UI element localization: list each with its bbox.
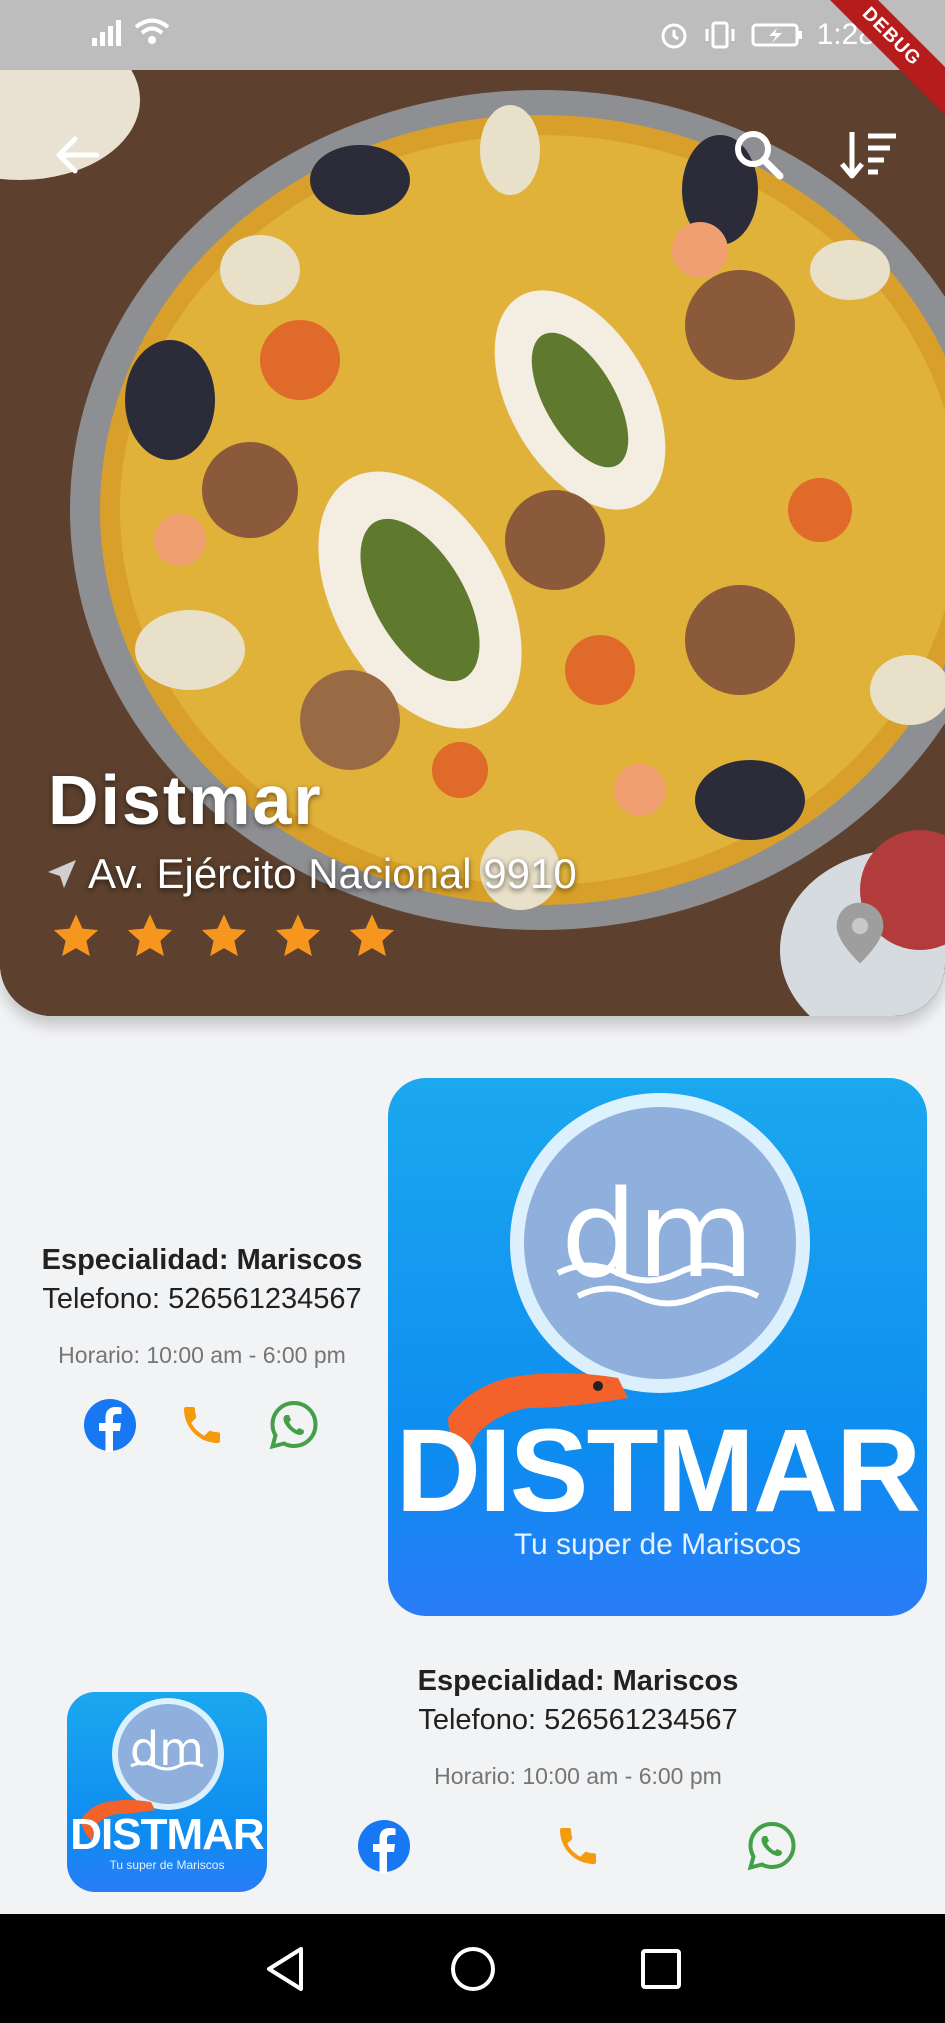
back-button[interactable] — [42, 120, 112, 190]
whatsapp-icon — [747, 1821, 796, 1871]
logo-title: DISTMAR — [70, 1810, 264, 1859]
restaurant-logo[interactable]: dm DISTMAR Tu super de Mariscos — [388, 1078, 927, 1616]
facebook-button[interactable] — [82, 1397, 138, 1453]
vibrate-icon — [705, 21, 735, 49]
hero-header: Distmar Av. Ejército Nacional 9910 — [0, 70, 945, 1016]
whatsapp-button[interactable] — [266, 1397, 322, 1453]
contact-actions — [356, 1818, 800, 1874]
phone-button[interactable] — [550, 1818, 606, 1874]
phone-text: Telefono: 526561234567 — [42, 1283, 362, 1315]
whatsapp-button[interactable] — [744, 1818, 800, 1874]
logo-title: DISTMAR — [395, 1405, 922, 1537]
status-bar: 1:28 — [0, 0, 945, 70]
hours-text: Horario: 10:00 am - 6:00 pm — [58, 1342, 346, 1368]
signal-icon — [92, 20, 121, 46]
restaurant-address: Av. Ejército Nacional 9910 — [44, 850, 577, 898]
nav-home-button[interactable] — [443, 1939, 503, 1999]
logo-subtitle: Tu super de Mariscos — [109, 1858, 225, 1872]
phone-icon — [184, 1407, 220, 1443]
triangle-back-icon — [266, 1946, 303, 1991]
rating-stars — [50, 910, 398, 962]
sort-button[interactable] — [834, 120, 904, 190]
specialty-text: Especialidad: Mariscos — [417, 1665, 739, 1697]
specialty-text: Especialidad: Mariscos — [41, 1244, 363, 1276]
location-pin-icon — [836, 902, 884, 964]
battery-icon — [751, 23, 802, 47]
logo-monogram: dm — [560, 1166, 755, 1305]
status-icons: 1:28 — [659, 14, 875, 56]
address-text: Av. Ejército Nacional 9910 — [88, 850, 577, 897]
star-icon — [275, 914, 321, 957]
facebook-button[interactable] — [356, 1818, 412, 1874]
square-recents-icon — [640, 1948, 681, 1989]
star-icon — [201, 914, 247, 957]
alarm-icon — [661, 23, 687, 49]
hours-text: Horario: 10:00 am - 6:00 pm — [434, 1763, 722, 1789]
star-icon — [53, 914, 99, 957]
facebook-icon — [358, 1820, 410, 1873]
search-icon — [735, 131, 784, 180]
nav-back-button[interactable] — [255, 1939, 315, 1999]
system-navigation-bar — [0, 1914, 945, 2023]
info-card-2: Especialidad: Mariscos Telefono: 5265612… — [338, 1665, 818, 1874]
wifi-icon — [134, 18, 170, 44]
restaurant-logo-small[interactable]: dm DISTMAR Tu super de Mariscos — [67, 1692, 267, 1892]
phone-text: Telefono: 526561234567 — [418, 1704, 738, 1736]
sort-icon — [840, 132, 896, 179]
circle-home-icon — [450, 1946, 495, 1991]
signal-wifi-group — [92, 18, 170, 46]
facebook-icon — [84, 1399, 136, 1452]
contact-actions — [82, 1397, 322, 1453]
arrow-back-icon — [56, 136, 100, 174]
nav-recents-button[interactable] — [631, 1939, 691, 1999]
phone-icon — [560, 1828, 596, 1864]
search-button[interactable] — [724, 120, 794, 190]
restaurant-name: Distmar — [48, 761, 323, 839]
navigation-arrow-icon — [48, 860, 76, 888]
whatsapp-icon — [269, 1400, 318, 1450]
logo-monogram: dm — [129, 1722, 204, 1776]
location-button[interactable] — [832, 900, 888, 971]
star-icon — [349, 914, 395, 957]
logo-subtitle: Tu super de Mariscos — [513, 1528, 802, 1561]
phone-button[interactable] — [174, 1397, 230, 1453]
star-icon — [127, 914, 173, 957]
info-card-1: Especialidad: Mariscos Telefono: 5265612… — [22, 1244, 382, 1453]
